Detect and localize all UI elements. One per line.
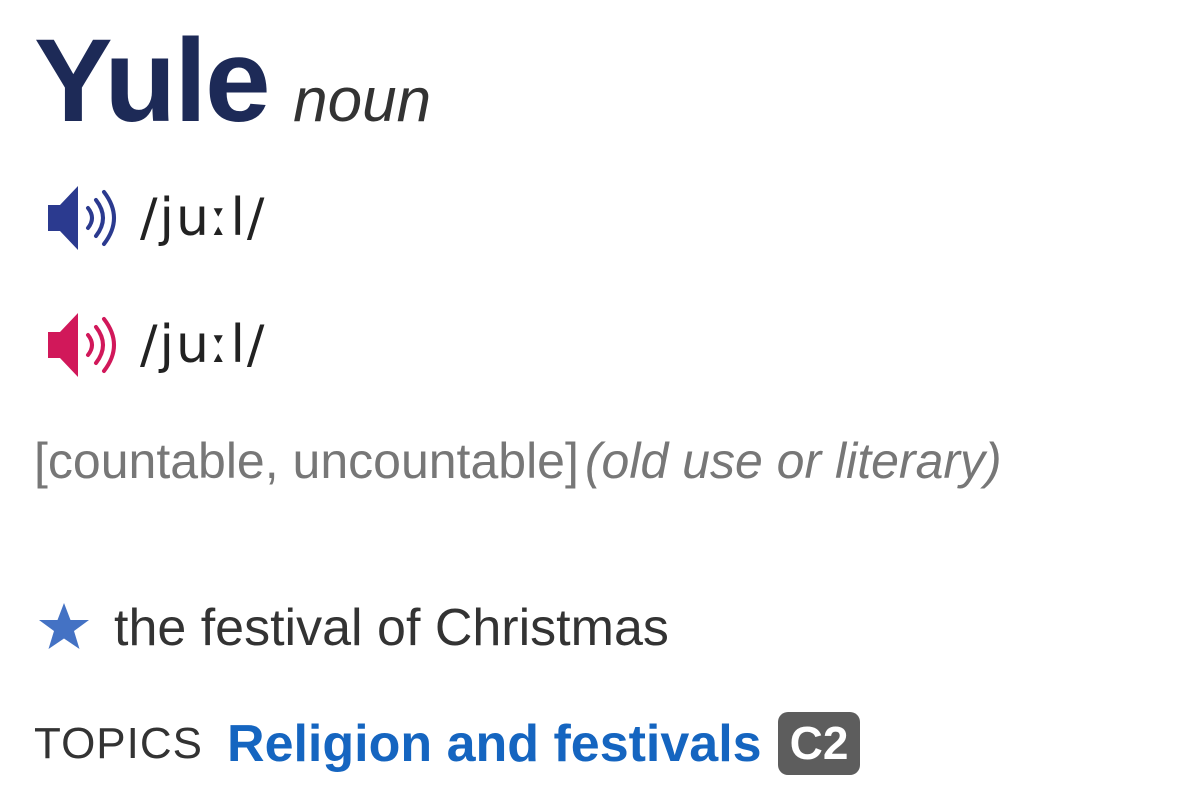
grammar-codes: [countable, uncountable] [34, 433, 579, 489]
headword: Yule [34, 15, 271, 147]
topic-link[interactable]: Religion and festivals [227, 714, 762, 774]
speaker-icon[interactable] [44, 305, 128, 385]
sense: the festival of Christmas [36, 598, 669, 658]
grammar-info: [countable, uncountable] (old use or lite… [34, 432, 1002, 490]
pronunciation-british: /juːl/ [44, 178, 266, 258]
phonetic-british: /juːl/ [140, 188, 267, 248]
pronunciation-american: /juːl/ [44, 305, 266, 385]
topics: TOPICS Religion and festivals C2 [34, 712, 861, 776]
phonetic-american: /juːl/ [140, 315, 267, 375]
level-badge: C2 [777, 712, 861, 776]
topics-label: TOPICS [34, 718, 204, 768]
definition: the festival of Christmas [114, 599, 669, 657]
headword-row: Yule noun [34, 22, 431, 140]
speaker-icon[interactable] [44, 178, 128, 258]
usage-labels: (old use or literary) [584, 433, 1002, 489]
star-icon [36, 600, 92, 656]
dictionary-entry: Yule noun /juːl/ /juːl/ [countable, unco… [0, 0, 1200, 799]
part-of-speech: noun [293, 66, 432, 135]
